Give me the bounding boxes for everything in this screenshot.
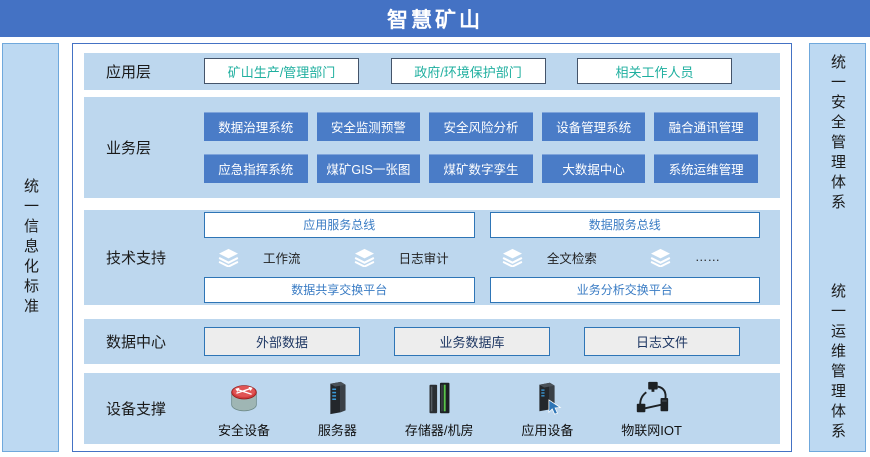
server-tower-icon (318, 379, 356, 417)
data-store: 业务数据库 (394, 327, 550, 356)
tech-support-items: 应用服务总线 数据服务总线 工作流 (204, 212, 780, 303)
business-item: 大数据中心 (542, 154, 646, 183)
device-item: 物联网IOT (621, 379, 682, 439)
business-item: 应急指挥系统 (204, 154, 308, 183)
application-item: 政府/环境保护部门 (391, 58, 546, 84)
service-bus: 数据服务总线 (490, 212, 761, 238)
middleware-label: 全文检索 (547, 248, 597, 267)
middleware-item: 工作流 (218, 248, 301, 267)
device-label: 安全设备 (218, 420, 270, 439)
business-item: 煤矿GIS一张图 (317, 154, 421, 183)
exchange-platform-row: 数据共享交换平台 业务分析交换平台 (204, 277, 760, 303)
pillar-right-top-label: 统一安全管理体系 (827, 54, 848, 214)
business-item: 融合通讯管理 (654, 112, 758, 141)
layers-icon (218, 248, 239, 267)
iot-network-icon (633, 379, 671, 417)
pillar-right-bottom-label: 统一运维管理体系 (827, 283, 848, 443)
middleware-item: 日志审计 (354, 248, 449, 267)
page-title: 智慧矿山 (0, 0, 870, 37)
data-center-items: 外部数据 业务数据库 日志文件 (204, 327, 780, 356)
business-layer-items: 数据治理系统 安全监测预警 安全风险分析 设备管理系统 融合通讯管理 应急指挥系… (204, 112, 780, 183)
pillar-information-standard: 统一信息化标准 (2, 43, 59, 452)
business-row-1: 数据治理系统 安全监测预警 安全风险分析 设备管理系统 融合通讯管理 (204, 112, 758, 141)
business-item: 设备管理系统 (542, 112, 646, 141)
data-store: 外部数据 (204, 327, 360, 356)
data-store: 日志文件 (584, 327, 740, 356)
exchange-platform: 数据共享交换平台 (204, 277, 475, 303)
service-bus: 应用服务总线 (204, 212, 475, 238)
business-row-2: 应急指挥系统 煤矿GIS一张图 煤矿数字孪生 大数据中心 系统运维管理 (204, 154, 758, 183)
middleware-item: 全文检索 (502, 248, 597, 267)
exchange-platform: 业务分析交换平台 (490, 277, 761, 303)
layers-icon (354, 248, 375, 267)
app-device-icon (528, 379, 566, 417)
device-label: 物联网IOT (621, 420, 682, 439)
service-bus-row: 应用服务总线 数据服务总线 (204, 212, 760, 238)
tech-support-label: 技术支持 (84, 247, 204, 268)
device-support-band: 设备支撑 安全设备 (84, 373, 780, 444)
device-item: 服务器 (318, 379, 357, 439)
application-item: 矿山生产/管理部门 (204, 58, 359, 84)
business-item: 安全风险分析 (429, 112, 533, 141)
device-label: 服务器 (318, 420, 357, 439)
tech-support-band: 技术支持 应用服务总线 数据服务总线 工作流 (84, 210, 780, 306)
diagram-body: 统一信息化标准 应用层 矿山生产/管理部门 政府/环境保护部门 相关工作人员 业… (0, 43, 870, 452)
data-center-band: 数据中心 外部数据 业务数据库 日志文件 (84, 319, 780, 364)
device-item: 安全设备 (218, 379, 270, 439)
storage-rack-icon (420, 379, 458, 417)
application-layer-label: 应用层 (84, 61, 204, 82)
pillar-left-label: 统一信息化标准 (20, 178, 41, 318)
data-center-label: 数据中心 (84, 331, 204, 352)
application-layer-band: 应用层 矿山生产/管理部门 政府/环境保护部门 相关工作人员 (84, 53, 780, 90)
device-label: 存储器/机房 (405, 420, 474, 439)
middleware-item: …… (650, 248, 720, 267)
middleware-row: 工作流 日志审计 (204, 246, 760, 269)
device-label: 应用设备 (521, 420, 573, 439)
application-item: 相关工作人员 (577, 58, 732, 84)
device-item: 存储器/机房 (405, 379, 474, 439)
application-layer-items: 矿山生产/管理部门 政府/环境保护部门 相关工作人员 (204, 58, 780, 84)
firewall-router-icon (225, 379, 263, 417)
middleware-label: 工作流 (263, 248, 301, 267)
layers-icon (502, 248, 523, 267)
layers-icon (650, 248, 671, 267)
business-item: 数据治理系统 (204, 112, 308, 141)
business-layer-band: 业务层 数据治理系统 安全监测预警 安全风险分析 设备管理系统 融合通讯管理 应… (84, 97, 780, 198)
device-item: 应用设备 (521, 379, 573, 439)
middleware-label: 日志审计 (399, 248, 449, 267)
device-support-items: 安全设备 服务器 (204, 379, 780, 439)
business-item: 煤矿数字孪生 (429, 154, 533, 183)
business-layer-label: 业务层 (84, 137, 204, 158)
smart-mine-architecture-diagram: 智慧矿山 统一信息化标准 应用层 矿山生产/管理部门 政府/环境保护部门 相关工… (0, 0, 870, 457)
business-item: 安全监测预警 (317, 112, 421, 141)
business-item: 系统运维管理 (654, 154, 758, 183)
middleware-label: …… (695, 250, 720, 264)
device-support-label: 设备支撑 (84, 398, 204, 419)
pillar-security-ops: 统一安全管理体系 统一运维管理体系 (809, 43, 866, 452)
main-frame: 应用层 矿山生产/管理部门 政府/环境保护部门 相关工作人员 业务层 数据治理系… (72, 43, 792, 452)
